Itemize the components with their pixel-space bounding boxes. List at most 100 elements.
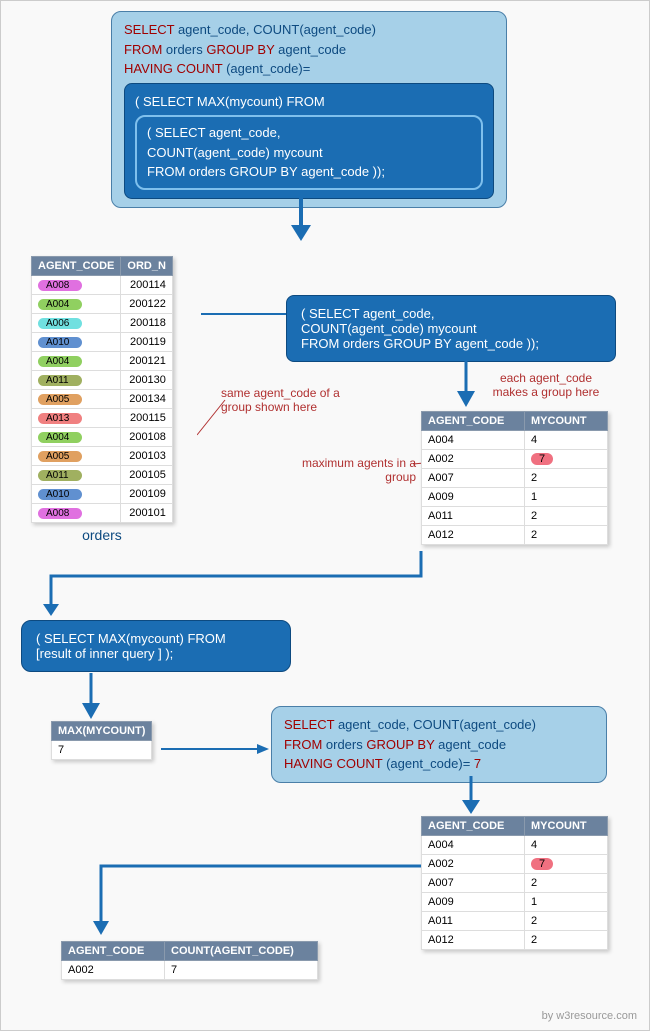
txt: agent_code, COUNT(agent_code) xyxy=(174,22,376,37)
txt: [result of inner query ] ); xyxy=(36,646,276,661)
txt: FROM xyxy=(124,42,162,57)
table-row: A005200103 xyxy=(32,447,173,466)
agent-pill: A005 xyxy=(38,451,82,462)
connector-line xyxy=(161,744,271,754)
agent-pill: A010 xyxy=(38,337,82,348)
txt: (agent_code)= xyxy=(382,756,470,771)
table-row: A0044 xyxy=(422,431,608,450)
subquery1-box: ( SELECT agent_code, COUNT(agent_code) m… xyxy=(286,295,616,362)
count-table: AGENT_CODEMYCOUNT A0044A0027A0072A0091A0… xyxy=(421,411,608,545)
table-row: A008200101 xyxy=(32,504,173,523)
agent-pill: A011 xyxy=(38,470,82,481)
txt: FROM xyxy=(284,737,322,752)
col-ord: ORD_N xyxy=(121,257,173,276)
mid-query-box-2: ( SELECT MAX(mycount) FROM [result of in… xyxy=(21,620,291,672)
txt: SELECT xyxy=(284,717,334,732)
orders-table: AGENT_CODEORD_N A008200114A004200122A006… xyxy=(31,256,173,523)
txt: ( SELECT agent_code, xyxy=(147,123,471,143)
table-row: A004200122 xyxy=(32,295,173,314)
highlight-value: 7 xyxy=(531,858,553,870)
agent-pill: A005 xyxy=(38,394,82,405)
table-row: A0112 xyxy=(422,507,608,526)
txt: HAVING COUNT xyxy=(284,756,382,771)
table-row: A0072 xyxy=(422,469,608,488)
col-count: COUNT(AGENT_CODE) xyxy=(165,942,318,961)
agent-pill: A006 xyxy=(38,318,82,329)
table-row: A0091 xyxy=(422,893,608,912)
col-agent: AGENT_CODE xyxy=(422,817,525,836)
kw-select: SELECT xyxy=(124,22,174,37)
agent-pill: A008 xyxy=(38,508,82,519)
table-row: A011200105 xyxy=(32,466,173,485)
txt: (agent_code)= xyxy=(222,61,310,76)
annot-max: maximum agents in a group xyxy=(296,456,416,484)
table-row: A0044 xyxy=(422,836,608,855)
max-table-wrap: MAX(MYCOUNT) 7 xyxy=(51,721,152,760)
txt: FROM orders GROUP BY agent_code )); xyxy=(301,336,601,351)
col-mycount: MYCOUNT xyxy=(525,817,608,836)
table-row: A008200114 xyxy=(32,276,173,295)
max-value: 7 xyxy=(52,741,152,760)
max-table: MAX(MYCOUNT) 7 xyxy=(51,721,152,760)
txt: ( SELECT MAX(mycount) FROM xyxy=(135,92,483,112)
txt: agent_code xyxy=(275,42,347,57)
txt: HAVING COUNT xyxy=(124,61,222,76)
agent-pill: A013 xyxy=(38,413,82,424)
txt: orders xyxy=(322,737,366,752)
highlight-value: 7 xyxy=(531,453,553,465)
col-mycount: MYCOUNT xyxy=(525,412,608,431)
annot-each-code: each agent_code makes a group here xyxy=(481,371,611,399)
txt: GROUP BY xyxy=(206,42,274,57)
count-table-wrap: AGENT_CODEMYCOUNT A0044A0027A0072A0091A0… xyxy=(421,411,608,545)
table-row: A0112 xyxy=(422,912,608,931)
table-row: A013200115 xyxy=(32,409,173,428)
table-row: A0027 xyxy=(422,855,608,874)
main-query-box: SELECT agent_code, COUNT(agent_code) FRO… xyxy=(111,11,507,208)
col-agent: AGENT_CODE xyxy=(422,412,525,431)
connector-line xyxy=(201,311,291,331)
txt: GROUP BY xyxy=(366,737,434,752)
table-row: A0072 xyxy=(422,874,608,893)
col-max: MAX(MYCOUNT) xyxy=(52,722,152,741)
table-row: A0122 xyxy=(422,526,608,545)
txt: ( SELECT MAX(mycount) FROM xyxy=(36,631,276,646)
txt: COUNT(agent_code) mycount xyxy=(147,143,471,163)
agent-pill: A004 xyxy=(38,432,82,443)
txt: agent_code xyxy=(435,737,507,752)
txt: orders xyxy=(162,42,206,57)
arrow-down-icon xyxy=(76,673,106,719)
count-table-2: AGENT_CODEMYCOUNT A0044A0027A0072A0091A0… xyxy=(421,816,608,950)
mid-query-box: ( SELECT MAX(mycount) FROM ( SELECT agen… xyxy=(124,83,494,199)
agent-pill: A010 xyxy=(38,489,82,500)
col-agent: AGENT_CODE xyxy=(62,942,165,961)
table-row: A010200119 xyxy=(32,333,173,352)
annot-same-code: same agent_code of a group shown here xyxy=(221,386,341,414)
watermark: by w3resource.com xyxy=(542,1010,637,1022)
inner-query-box: ( SELECT agent_code, COUNT(agent_code) m… xyxy=(135,115,483,190)
arrow-down-icon xyxy=(451,361,481,407)
table-row: A011200130 xyxy=(32,371,173,390)
txt: ( SELECT agent_code, xyxy=(301,306,601,321)
count-table-2-wrap: AGENT_CODEMYCOUNT A0044A0027A0072A0091A0… xyxy=(421,816,608,950)
agent-pill: A004 xyxy=(38,299,82,310)
col-agent: AGENT_CODE xyxy=(32,257,121,276)
orders-caption: orders xyxy=(31,527,173,543)
table-row: A010200109 xyxy=(32,485,173,504)
result-table-wrap: AGENT_CODECOUNT(AGENT_CODE) A0027 xyxy=(61,941,318,980)
table-row: A0122 xyxy=(422,931,608,950)
agent-pill: A011 xyxy=(38,375,82,386)
result-table: AGENT_CODECOUNT(AGENT_CODE) A0027 xyxy=(61,941,318,980)
table-row: A004200121 xyxy=(32,352,173,371)
table-row: A006200118 xyxy=(32,314,173,333)
orders-table-wrap: AGENT_CODEORD_N A008200114A004200122A006… xyxy=(31,256,173,543)
final-query-box: SELECT agent_code, COUNT(agent_code) FRO… xyxy=(271,706,607,783)
table-row: A005200134 xyxy=(32,390,173,409)
agent-pill: A004 xyxy=(38,356,82,367)
txt: 7 xyxy=(470,756,481,771)
table-row: A004200108 xyxy=(32,428,173,447)
table-row: A0027 xyxy=(62,961,318,980)
connector-line xyxy=(91,863,431,943)
txt: agent_code, COUNT(agent_code) xyxy=(334,717,536,732)
table-row: A0027 xyxy=(422,450,608,469)
table-row: A0091 xyxy=(422,488,608,507)
